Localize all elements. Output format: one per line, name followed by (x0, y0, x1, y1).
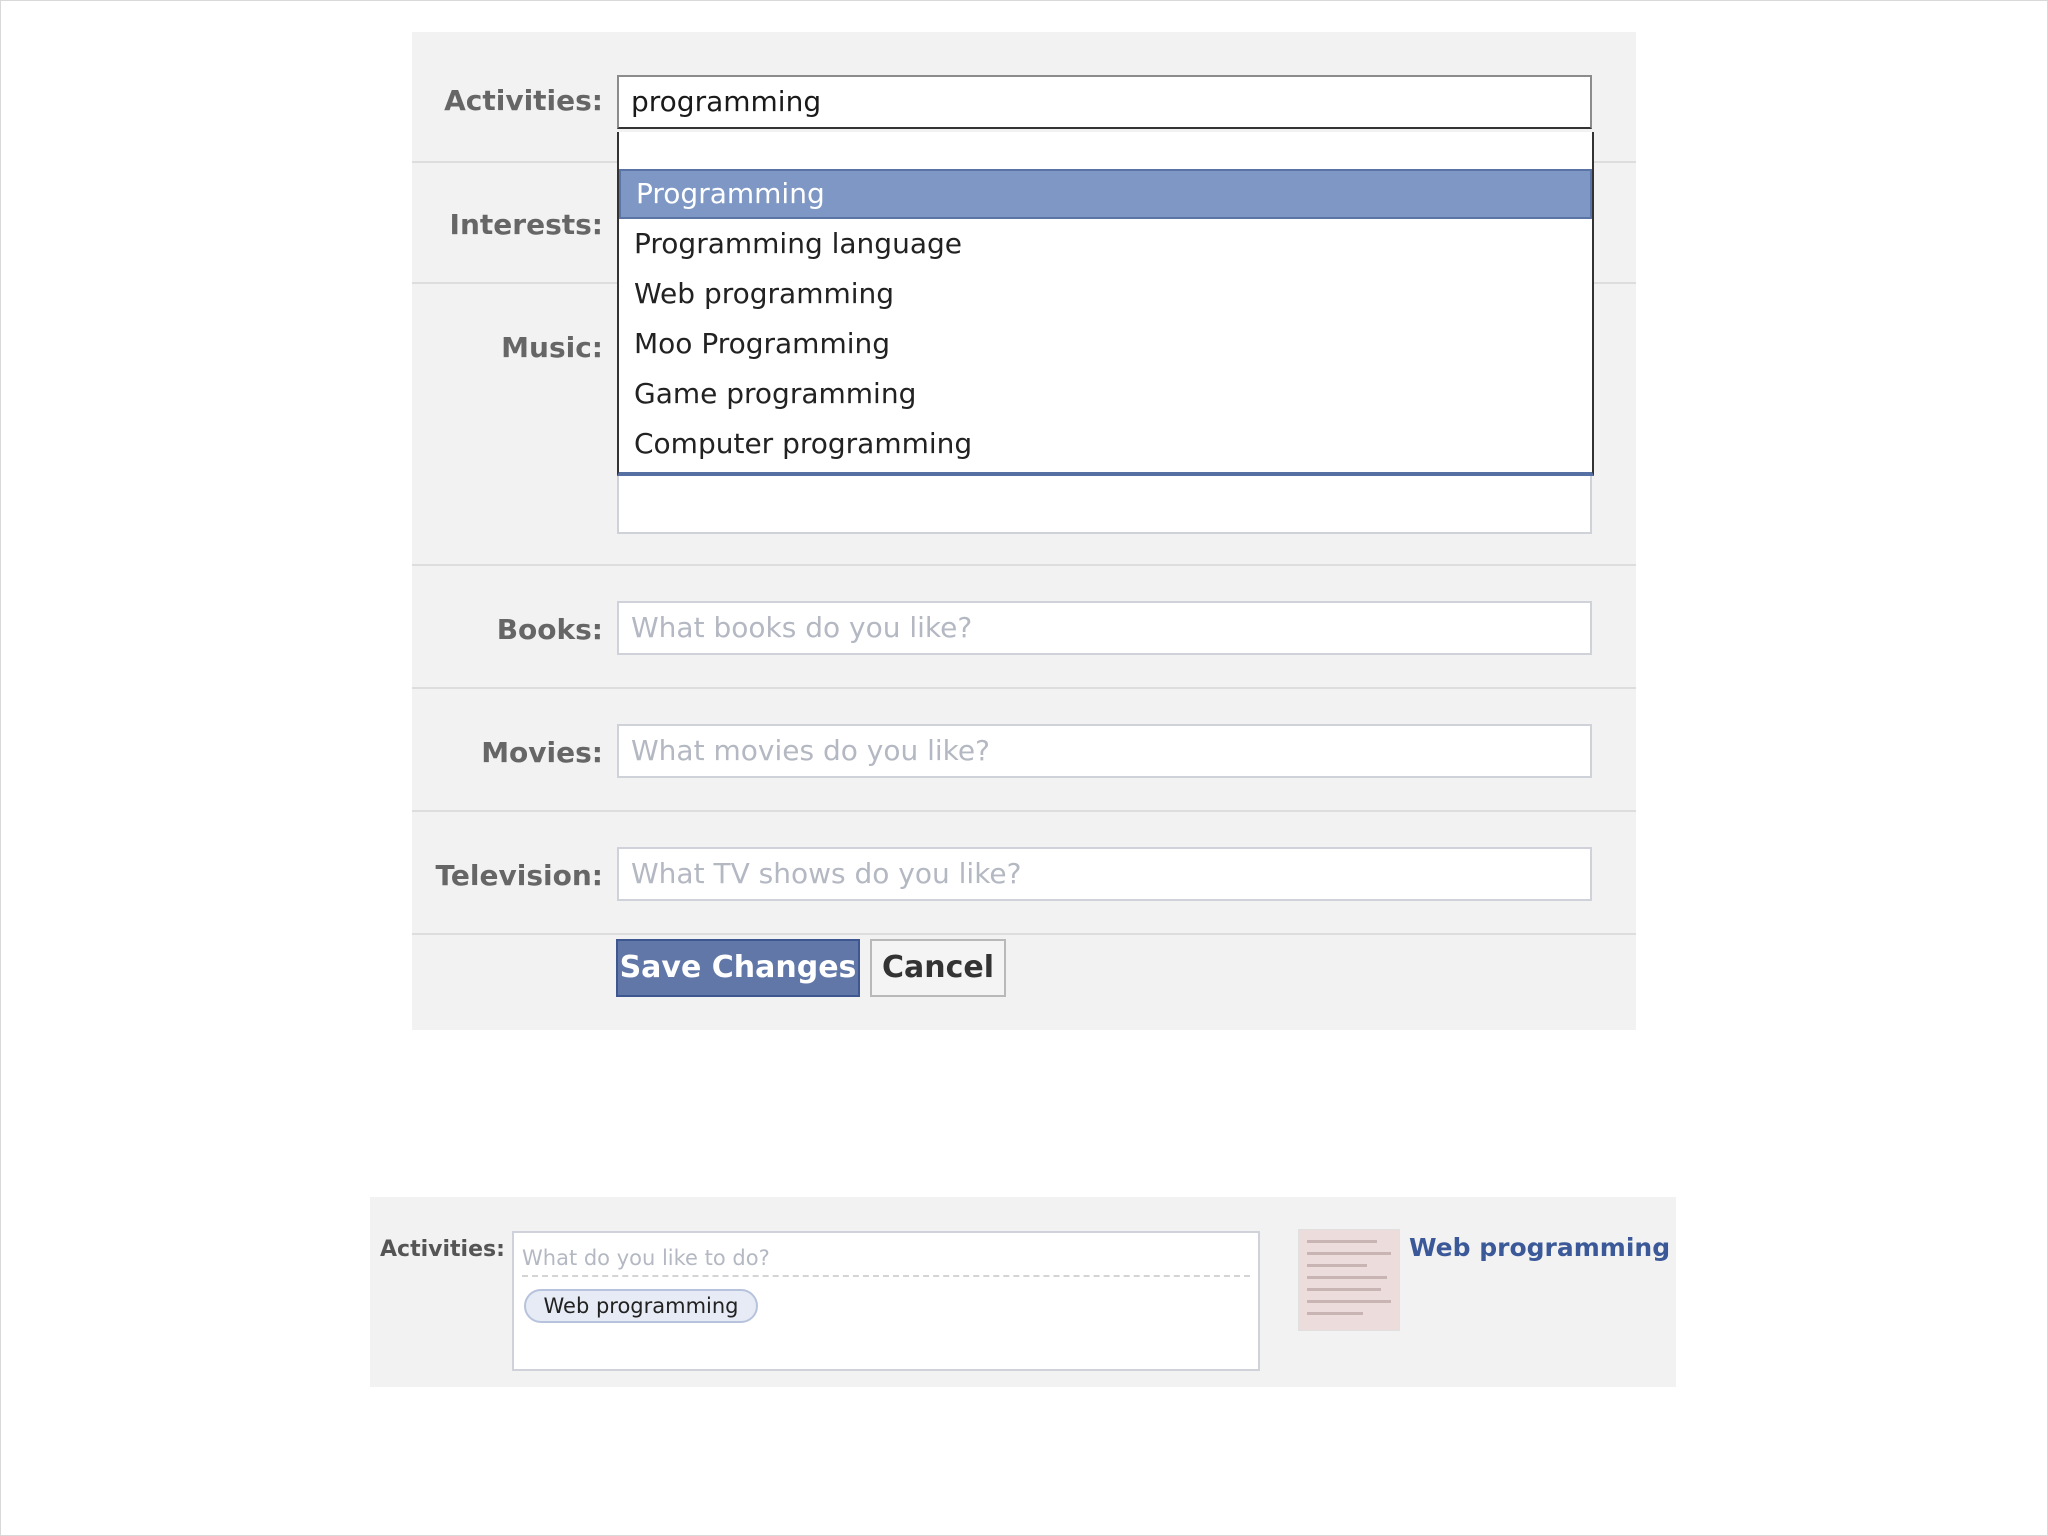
page-thumbnail (1298, 1229, 1400, 1331)
suggestion-item[interactable]: Web programming (619, 269, 1592, 319)
books-placeholder: What books do you like? (631, 611, 973, 644)
television-placeholder: What TV shows do you like? (631, 857, 1022, 890)
page-link[interactable]: Web programming (1409, 1233, 1670, 1262)
books-row: Books: What books do you like? (412, 566, 1636, 689)
activities-token-box[interactable]: What do you like to do? Web programming (512, 1231, 1260, 1371)
television-row: Television: What TV shows do you like? (412, 812, 1636, 935)
suggestion-item[interactable]: Computer programming (619, 419, 1592, 469)
actions-row (412, 935, 1636, 1030)
autocomplete-dropdown: Programming Programming language Web pro… (617, 132, 1594, 476)
activities-label-small: Activities: (380, 1237, 505, 1262)
suggestion-item-selected[interactable]: Programming (619, 169, 1592, 219)
suggestion-item[interactable]: Game programming (619, 369, 1592, 419)
activities-token-input[interactable]: What do you like to do? (522, 1241, 1250, 1277)
cancel-button[interactable]: Cancel (870, 939, 1006, 997)
music-label: Music: (501, 331, 603, 364)
activities-label: Activities: (444, 84, 603, 117)
activities-result-panel: Activities: What do you like to do? Web … (370, 1197, 1676, 1387)
suggestion-item[interactable]: Programming language (619, 219, 1592, 269)
movies-placeholder: What movies do you like? (631, 734, 990, 767)
profile-edit-form: Activities: programming Interests: Music… (412, 32, 1636, 1030)
movies-input[interactable]: What movies do you like? (617, 724, 1592, 778)
activity-token[interactable]: Web programming (524, 1289, 758, 1323)
books-label: Books: (496, 613, 603, 646)
activities-input[interactable]: programming (617, 75, 1592, 129)
television-label: Television: (435, 859, 603, 892)
interests-label: Interests: (449, 208, 603, 241)
movies-label: Movies: (481, 736, 603, 769)
suggestion-item[interactable]: Moo Programming (619, 319, 1592, 369)
movies-row: Movies: What movies do you like? (412, 689, 1636, 812)
books-input[interactable]: What books do you like? (617, 601, 1592, 655)
save-changes-button[interactable]: Save Changes (616, 939, 860, 997)
television-input[interactable]: What TV shows do you like? (617, 847, 1592, 901)
